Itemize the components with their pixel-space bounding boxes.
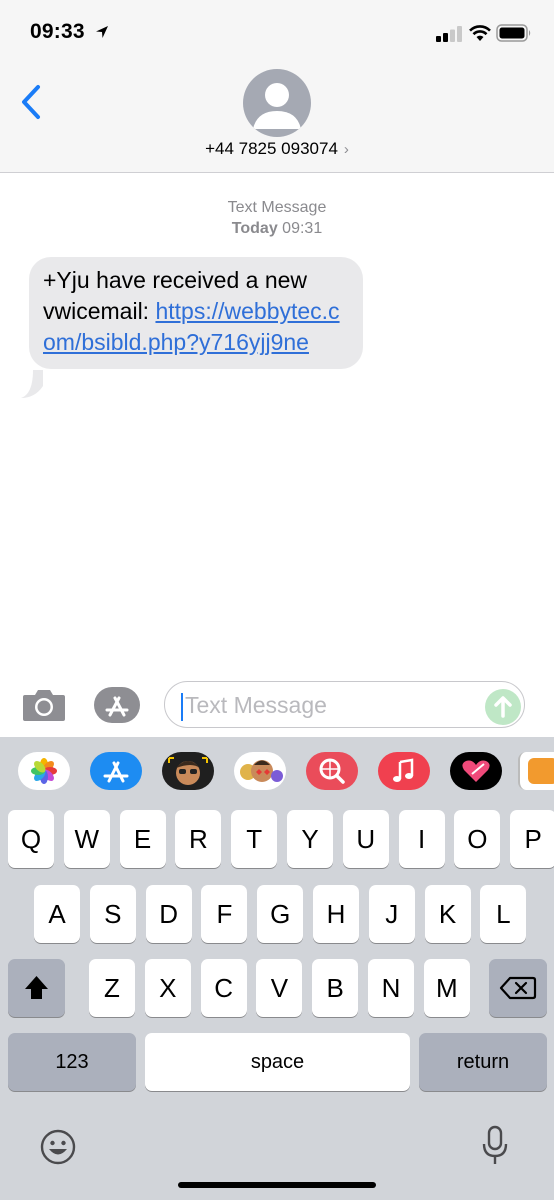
backspace-key[interactable] <box>489 959 547 1017</box>
key-label: X <box>159 973 177 1003</box>
app-store-app-icon[interactable] <box>90 752 142 790</box>
contact-number: +44 7825 093074 <box>205 139 338 158</box>
contact-chevron-icon: › <box>343 141 349 158</box>
status-time: 09:33 <box>30 20 85 43</box>
key-label: M <box>435 973 458 1003</box>
web-search-app-icon[interactable] <box>306 752 358 790</box>
wifi-icon <box>469 25 491 41</box>
key-r[interactable]: R <box>175 810 222 868</box>
key-label: E <box>133 824 152 854</box>
key-label: C <box>214 973 233 1003</box>
key-n[interactable]: N <box>368 959 414 1017</box>
key-c[interactable]: C <box>200 959 247 1017</box>
key-e[interactable]: E <box>119 810 166 868</box>
message-day: Today <box>231 220 278 237</box>
key-o[interactable]: O <box>454 810 501 868</box>
key-label: U <box>356 824 376 854</box>
contact-avatar-icon[interactable] <box>243 69 311 137</box>
key-j[interactable]: J <box>368 885 415 943</box>
return-key-label: return <box>456 1051 510 1073</box>
key-s[interactable]: S <box>89 885 136 943</box>
space-key[interactable]: space <box>145 1033 410 1091</box>
shift-icon <box>25 976 48 999</box>
key-q[interactable]: Q <box>8 810 54 868</box>
key-k[interactable]: K <box>424 885 471 943</box>
send-button[interactable] <box>485 689 521 725</box>
key-label: Z <box>104 973 120 1003</box>
key-label: H <box>326 899 346 929</box>
key-label: D <box>159 899 178 929</box>
key-label: K <box>438 899 457 929</box>
message-type-label: Text Message <box>227 199 327 216</box>
location-arrow-icon <box>96 26 108 38</box>
numbers-key-label: 123 <box>55 1051 89 1073</box>
key-z[interactable]: Z <box>89 959 135 1017</box>
key-d[interactable]: D <box>145 885 192 943</box>
received-message-bubble: +Yju have received a new vwicemail: http… <box>29 257 363 369</box>
key-t[interactable]: T <box>231 810 278 868</box>
numbers-key[interactable]: 123 <box>8 1033 136 1091</box>
music-app-icon[interactable] <box>378 752 430 790</box>
key-label: O <box>467 824 488 854</box>
key-label: R <box>189 824 208 854</box>
text-cursor <box>181 693 183 721</box>
key-w[interactable]: W <box>63 810 110 868</box>
key-m[interactable]: M <box>423 959 470 1017</box>
signal-icon <box>436 26 462 42</box>
key-u[interactable]: U <box>342 810 389 868</box>
app-store-icon[interactable] <box>92 686 142 724</box>
digital-touch-app-icon[interactable] <box>450 752 502 790</box>
key-label: P <box>524 824 542 854</box>
key-v[interactable]: V <box>256 959 303 1017</box>
memoji-app-icon[interactable] <box>162 752 214 790</box>
photos-app-icon[interactable] <box>18 752 70 790</box>
key-y[interactable]: Y <box>287 810 333 868</box>
key-p[interactable]: P <box>510 810 554 868</box>
key-label: T <box>246 824 263 854</box>
key-label: V <box>270 973 289 1003</box>
key-f[interactable]: F <box>201 885 248 943</box>
send-arrow-icon <box>494 696 512 718</box>
key-label: Q <box>20 824 42 854</box>
message-input-placeholder: Text Message <box>185 692 327 718</box>
key-label: S <box>104 899 122 929</box>
message-timestamp: Text Message Today 09:31 <box>0 197 554 239</box>
microphone-icon[interactable] <box>478 1124 512 1168</box>
key-b[interactable]: B <box>312 959 359 1017</box>
key-x[interactable]: X <box>144 959 191 1017</box>
key-label: Y <box>301 824 319 854</box>
battery-icon <box>496 24 531 42</box>
key-label: G <box>270 899 291 929</box>
home-indicator <box>178 1182 376 1188</box>
key-i[interactable]: I <box>398 810 445 868</box>
key-label: A <box>48 899 66 929</box>
key-l[interactable]: L <box>480 885 527 943</box>
bubble-tail <box>21 370 43 398</box>
key-g[interactable]: G <box>257 885 304 943</box>
emoji-icon[interactable] <box>38 1127 78 1167</box>
key-a[interactable]: A <box>34 885 80 943</box>
backspace-icon <box>499 976 537 1000</box>
key-label: L <box>496 899 511 929</box>
key-label: F <box>216 899 233 929</box>
key-label: B <box>326 973 344 1003</box>
return-key[interactable]: return <box>419 1033 547 1091</box>
back-chevron-icon[interactable] <box>18 84 46 120</box>
camera-icon[interactable] <box>21 686 67 724</box>
key-label: W <box>74 824 100 854</box>
memoji-stickers-app-icon[interactable] <box>234 752 286 790</box>
message-date-line: Today 09:31 <box>0 218 554 239</box>
key-label: I <box>417 824 426 854</box>
space-key-label: space <box>250 1051 305 1073</box>
key-label: J <box>385 899 399 929</box>
partial-app-icon[interactable] <box>518 752 554 790</box>
contact-name[interactable]: +44 7825 093074 › <box>0 139 554 159</box>
shift-key[interactable] <box>8 959 65 1017</box>
key-label: N <box>381 973 401 1003</box>
message-time: 09:31 <box>282 220 323 237</box>
key-h[interactable]: H <box>313 885 359 943</box>
